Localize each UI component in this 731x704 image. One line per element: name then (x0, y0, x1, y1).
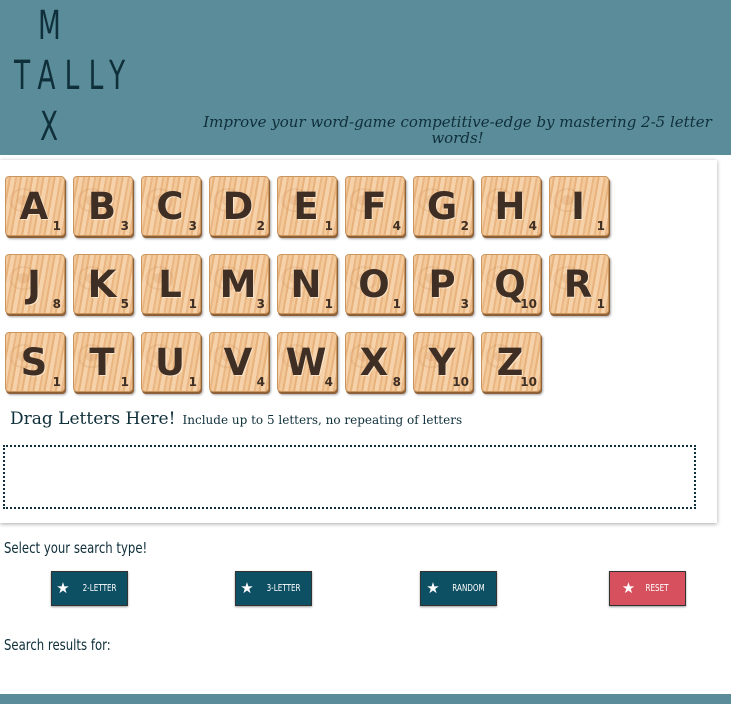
reset-button-label: RESET (645, 583, 669, 594)
tile-points: 1 (188, 297, 197, 311)
letter-tile-v[interactable]: V4 (209, 332, 269, 392)
tile-points: 10 (452, 375, 469, 389)
search-results-label: Search results for: (4, 636, 111, 654)
tile-points: 1 (392, 297, 401, 311)
letter-tile-t[interactable]: T1 (73, 332, 133, 392)
tile-points: 2 (256, 219, 265, 233)
drag-title: Drag Letters Here! (10, 409, 176, 429)
letter-tile-o[interactable]: O1 (345, 254, 405, 314)
letter-tile-s[interactable]: S1 (5, 332, 65, 392)
random-button[interactable]: ★ RANDOM (420, 571, 497, 606)
letter-tile-b[interactable]: B3 (73, 176, 133, 236)
star-icon: ★ (240, 580, 254, 597)
logo-line-tally: TALLY (14, 53, 135, 99)
letter-tile-g[interactable]: G2 (413, 176, 473, 236)
tile-points: 3 (188, 219, 197, 233)
random-button-label: RANDOM (451, 583, 485, 594)
letter-tile-i[interactable]: I1 (549, 176, 609, 236)
letter-board: A 1 B 3 C 3 D 2 E 1 F 4 G 2 H 4 I 1 J 8 K 5 L 1 M 3 N 1 O 1 P 3 Q 10 R 1 S 1 T… (0, 160, 717, 523)
three-letter-button-label: 3-LETTER (266, 583, 301, 594)
reset-button[interactable]: ★ RESET (609, 571, 686, 606)
letter-tile-z[interactable]: Z 10 (481, 332, 541, 392)
tile-points: 1 (596, 219, 605, 233)
tile-points: 1 (324, 297, 333, 311)
letter-tile-l[interactable]: L1 (141, 254, 201, 314)
tile-points: 4 (392, 219, 401, 233)
tile-points: 1 (188, 375, 197, 389)
tile-points: 5 (120, 297, 129, 311)
tile-points: 2 (460, 219, 469, 233)
tile-points: 1 (52, 219, 61, 233)
letter-tile-q[interactable]: Q 10 (481, 254, 541, 314)
star-icon: ★ (426, 580, 440, 597)
letter-tile-n[interactable]: N1 (277, 254, 337, 314)
letter-tile-p[interactable]: P3 (413, 254, 473, 314)
tile-points: 1 (120, 375, 129, 389)
tile-points: 3 (120, 219, 129, 233)
star-icon: ★ (56, 580, 70, 597)
letter-drop-zone[interactable] (3, 445, 696, 509)
drag-hint: Include up to 5 letters, no repeating of… (182, 413, 463, 427)
letter-tile-x[interactable]: X8 (345, 332, 405, 392)
logo-line-x: X (40, 104, 59, 150)
letter-tile-y[interactable]: Y 10 (413, 332, 473, 392)
letter-tile-e[interactable]: E1 (277, 176, 337, 236)
tagline: Improve your word-game competitive-edge … (203, 113, 712, 147)
tile-points: 4 (324, 375, 333, 389)
tile-points: 8 (392, 375, 401, 389)
letter-tile-a[interactable]: A1 (5, 176, 65, 236)
tile-points: 3 (256, 297, 265, 311)
letter-tile-c[interactable]: C3 (141, 176, 201, 236)
letter-tile-m[interactable]: M3 (209, 254, 269, 314)
letter-tile-h[interactable]: H4 (481, 176, 541, 236)
tile-points: 10 (520, 375, 537, 389)
search-type-label: Select your search type! (4, 539, 148, 557)
logo-line-m: M (38, 3, 61, 49)
tile-points: 10 (520, 297, 537, 311)
letter-tile-k[interactable]: K5 (73, 254, 133, 314)
tile-points: 4 (256, 375, 265, 389)
letter-tile-f[interactable]: F4 (345, 176, 405, 236)
three-letter-button[interactable]: ★ 3-LETTER (235, 571, 312, 606)
tile-points: 1 (596, 297, 605, 311)
letter-tile-w[interactable]: W4 (277, 332, 337, 392)
two-letter-button-label: 2-LETTER (82, 583, 117, 594)
tile-points: 3 (460, 297, 469, 311)
drag-instructions: Drag Letters Here! Include up to 5 lette… (10, 409, 462, 429)
star-icon: ★ (621, 580, 636, 597)
letter-tile-u[interactable]: U1 (141, 332, 201, 392)
footer-bar (0, 694, 731, 704)
two-letter-button[interactable]: ★ 2-LETTER (51, 571, 128, 606)
letter-tile-r[interactable]: R1 (549, 254, 609, 314)
tile-points: 1 (324, 219, 333, 233)
tile-points: 1 (52, 375, 61, 389)
letter-tile-j[interactable]: J8 (5, 254, 65, 314)
tile-points: 4 (528, 219, 537, 233)
header: M TALLY X Improve your word-game competi… (0, 0, 731, 155)
tile-points: 8 (52, 297, 61, 311)
letter-tile-d[interactable]: D2 (209, 176, 269, 236)
